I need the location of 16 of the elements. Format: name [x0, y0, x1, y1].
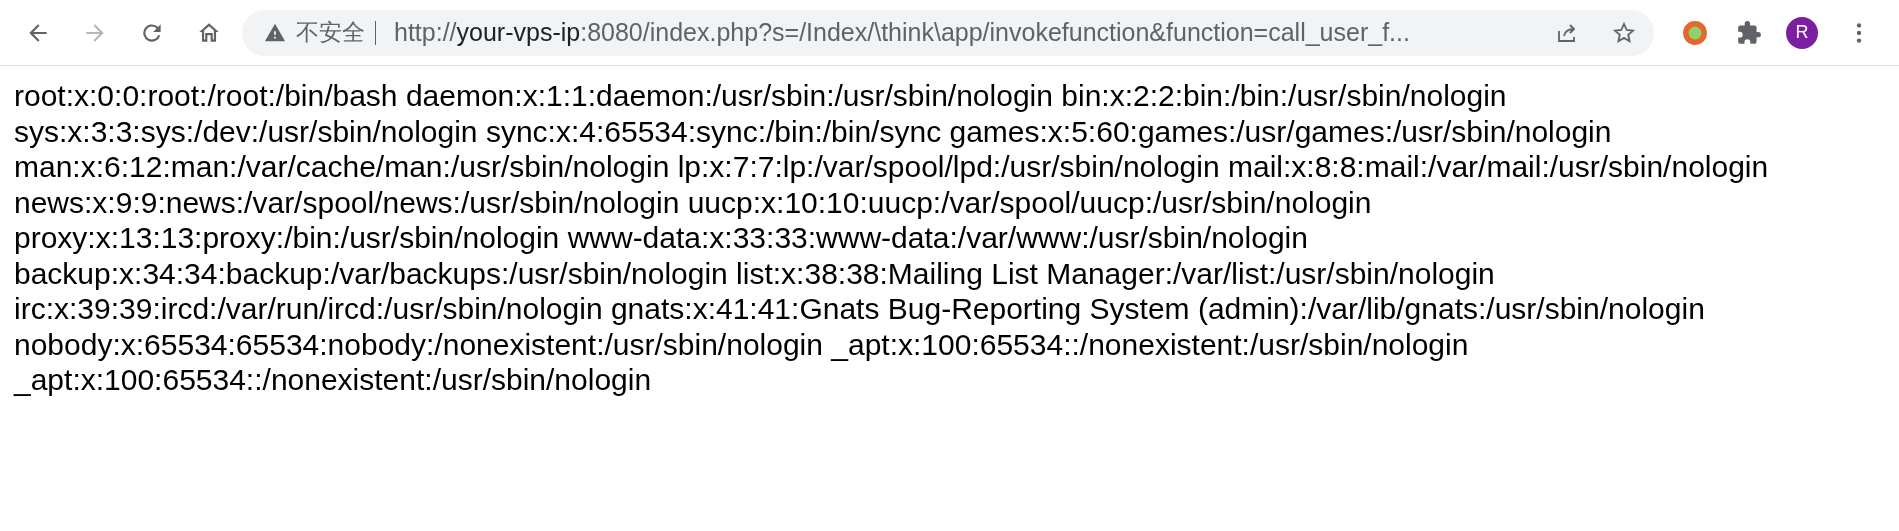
star-icon[interactable] [1612, 20, 1636, 45]
security-label: 不安全 [296, 18, 365, 47]
text-line: proxy:x:13:13:proxy:/bin:/usr/sbin/nologin www-data:x:33:33:www-data:/var/www:/usr/sbin/nologin [14, 220, 1308, 256]
url-text: http://your-vps-ip:8080/index.php?s=/Index/\think\app/invokefunction&function=call_user_f... [394, 18, 1411, 47]
text-line: news:x:9:9:news:/var/spool/news:/usr/sbin/nologin uucp:x:10:10:uucp:/var/spool/uucp:/usr/sbin/nologin [14, 184, 1372, 220]
text-line: irc:x:39:39:ircd:/var/run/ircd:/usr/sbin/nologin gnats:x:41:41:Gnats Bug-Reporting System (admin):/var/lib/gnats:/usr/sbin/nologin [14, 291, 1705, 327]
text-line: _apt:x:100:65534::/nonexistent:/usr/sbin/nologin [14, 362, 652, 398]
text-line: root:x:0:0:root:/root:/bin/bash daemon:x:1:1:daemon:/usr/sbin:/usr/sbin/nologin bin:x:2:2:bin:/bin:/usr/sbin/nologin [14, 78, 1507, 114]
puzzle-icon[interactable] [1736, 19, 1762, 46]
text-line: backup:x:34:34:backup:/var/backups:/usr/sbin/nologin list:x:38:38:Mailing List Manager:/var/list:/usr/sbin/nologin [14, 255, 1495, 291]
profile-avatar[interactable]: R [1786, 16, 1818, 49]
address-bar[interactable]: 不安全 http://your-vps-ip:8080/index.php?s=/Index/\think\app/invokefunction&function=call_user_f... [242, 9, 1654, 56]
text-line: man:x:6:12:man:/var/cache/man:/usr/sbin/nologin lp:x:7:7:lp:/var/spool/lpd:/usr/sbin/nologin mail:x:8:8:mail:/var/mail:/usr/sbin/nologin [14, 149, 1769, 185]
text-line: nobody:x:65534:65534:nobody:/nonexistent:/usr/sbin/nologin _apt:x:100:65534::/nonexistent:/usr/sbin/nologin [14, 326, 1469, 362]
extension-icon[interactable] [1682, 19, 1708, 46]
text-line: sys:x:3:3:sys:/dev:/usr/sbin/nologin sync:x:4:65534:sync:/bin:/bin/sync games:x:5:60:games:/usr/games:/usr/sbin/nologin [14, 113, 1612, 149]
